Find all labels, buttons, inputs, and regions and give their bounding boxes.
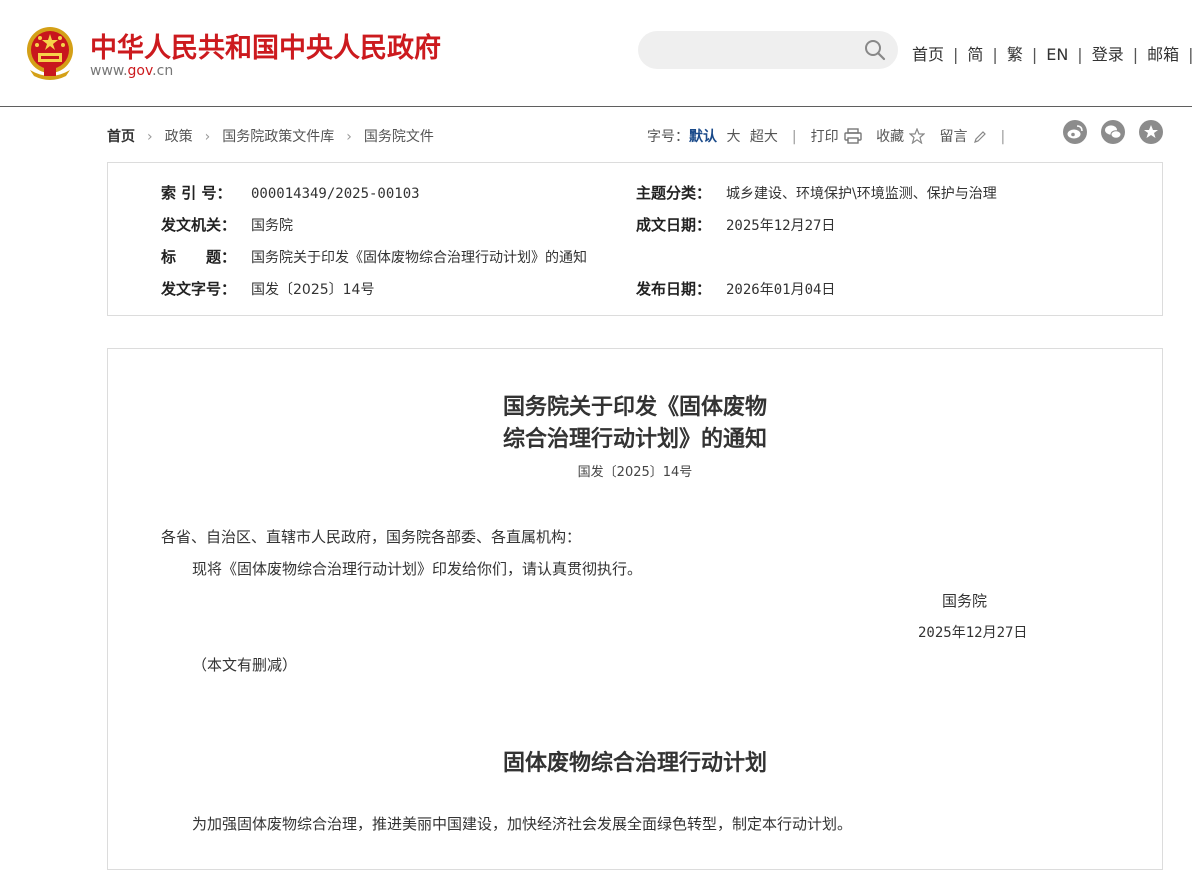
- nav-separator: |: [1188, 45, 1192, 64]
- weibo-icon: [1067, 125, 1083, 139]
- comment-label: 留言: [939, 129, 968, 145]
- chevron-right-icon: ›: [204, 129, 211, 145]
- favorite-share-icon[interactable]: [1139, 120, 1163, 144]
- nav-separator: |: [1132, 45, 1139, 64]
- font-size-xlarge[interactable]: 超大: [750, 129, 778, 145]
- print-label: 打印: [810, 129, 839, 145]
- article-title: 国务院关于印发《固体废物 综合治理行动计划》的通知: [108, 391, 1162, 455]
- info-topic-label: 主题分类：: [636, 184, 712, 202]
- article-signature: 国务院: [942, 592, 988, 610]
- wechat-icon: [1105, 125, 1122, 139]
- info-docno-row: 发文字号： 国发〔2025〕14号: [161, 278, 374, 299]
- info-issuer-row: 发文机关： 国务院: [161, 214, 293, 235]
- nav-simplified[interactable]: 简: [967, 45, 983, 64]
- document-info-table: 索 引 号： 000014349/2025-00103 主题分类： 城乡建设、环境保…: [107, 162, 1163, 316]
- chevron-right-icon: ›: [346, 129, 352, 145]
- nav-traditional[interactable]: 繁: [1007, 45, 1023, 64]
- info-published-date-row: 发布日期： 2026年01月04日: [636, 278, 835, 299]
- domain-prefix: www.: [90, 63, 128, 79]
- info-written-date-value: 2025年12月27日: [726, 218, 836, 234]
- info-published-date-label: 发布日期：: [636, 280, 712, 298]
- nav-separator: |: [1031, 45, 1038, 64]
- article-note: （本文有删减）: [192, 656, 298, 674]
- chevron-right-icon: ›: [147, 129, 153, 145]
- star-icon: [1144, 125, 1158, 138]
- printer-icon: [843, 128, 862, 144]
- info-topic-value: 城乡建设、环境保护\环境监测、保护与治理: [726, 186, 997, 202]
- article-date: 2025年12月27日: [918, 625, 1028, 641]
- weibo-share-icon[interactable]: [1063, 120, 1087, 144]
- favorite-button[interactable]: 收藏: [876, 128, 926, 145]
- national-emblem-icon[interactable]: [24, 26, 76, 80]
- nav-mail[interactable]: 邮箱: [1147, 45, 1179, 64]
- info-index-label: 索 引 号：: [161, 184, 232, 202]
- info-title-label: 标 题：: [161, 248, 237, 266]
- site-header: 中华人民共和国中央人民政府 www.gov.cn 首页 | 简 | 繁 | EN | 登录 | 邮箱…: [0, 0, 1192, 107]
- breadcrumb-bar: 首页 › 政策 › 国务院政策文件库 › 国务院文件 字号：默认 大 超大 | 打印 收藏 留言…: [107, 120, 1163, 146]
- favorite-label: 收藏: [876, 129, 905, 145]
- domain-brand: gov: [127, 63, 153, 79]
- tools-separator: |: [791, 129, 797, 145]
- article-tools: 字号：默认 大 超大 | 打印 收藏 留言 |: [647, 126, 1019, 146]
- nav-home[interactable]: 首页: [912, 45, 944, 64]
- nav-login[interactable]: 登录: [1092, 45, 1124, 64]
- info-docno-value: 国发〔2025〕14号: [251, 282, 375, 298]
- breadcrumb-home[interactable]: 首页: [107, 129, 135, 145]
- info-topic-row: 主题分类： 城乡建设、环境保护\环境监测、保护与治理: [636, 182, 997, 203]
- plan-title: 固体废物综合治理行动计划: [502, 750, 767, 776]
- wechat-share-icon[interactable]: [1101, 120, 1125, 144]
- breadcrumb-state-council-docs[interactable]: 国务院文件: [364, 129, 434, 145]
- article-title-line-1: 国务院关于印发《固体废物: [502, 394, 767, 420]
- info-written-date-label: 成文日期：: [636, 216, 712, 234]
- info-title-row: 标 题： 国务院关于印发《固体废物综合治理行动计划》的通知: [161, 246, 587, 267]
- tools-separator: |: [1000, 129, 1006, 145]
- print-button[interactable]: 打印: [810, 128, 862, 145]
- nav-separator: |: [1077, 45, 1083, 64]
- comment-button[interactable]: 留言: [940, 129, 987, 145]
- info-index-row: 索 引 号： 000014349/2025-00103: [161, 182, 420, 203]
- font-size-label: 字号：: [647, 129, 689, 145]
- search-box[interactable]: [638, 31, 898, 69]
- plan-intro-paragraph: 为加强固体废物综合治理，推进美丽中国建设，加快经济社会发展全面绿色转型，制定本行…: [192, 815, 853, 833]
- top-nav: 首页 | 简 | 繁 | EN | 登录 | 邮箱 |: [912, 41, 1192, 65]
- search-icon[interactable]: [864, 39, 886, 61]
- breadcrumb: 首页 › 政策 › 国务院政策文件库 › 国务院文件: [107, 126, 434, 146]
- star-icon: [909, 128, 926, 144]
- nav-separator: |: [992, 45, 998, 64]
- info-issuer-value: 国务院: [251, 218, 293, 234]
- font-size-default[interactable]: 默认: [689, 129, 717, 145]
- info-written-date-row: 成文日期： 2025年12月27日: [636, 214, 835, 235]
- info-docno-label: 发文字号：: [161, 280, 237, 298]
- nav-english[interactable]: EN: [1046, 45, 1068, 64]
- info-title-value: 国务院关于印发《固体废物综合治理行动计划》的通知: [251, 250, 587, 266]
- domain-suffix: .cn: [152, 63, 174, 79]
- article-doc-number: 国发〔2025〕14号: [577, 465, 693, 480]
- article-title-line-2: 综合治理行动计划》的通知: [502, 426, 767, 452]
- article-paragraph: 现将《固体废物综合治理行动计划》印发给你们，请认真贯彻执行。: [192, 560, 643, 578]
- font-size-large[interactable]: 大: [726, 129, 740, 145]
- nav-separator: |: [953, 45, 959, 64]
- site-title[interactable]: 中华人民共和国中央人民政府: [90, 26, 441, 65]
- article-salutation: 各省、自治区、直辖市人民政府，国务院各部委、各直属机构：: [161, 528, 582, 546]
- breadcrumb-policy[interactable]: 政策: [165, 129, 193, 145]
- article-body: 国务院关于印发《固体废物 综合治理行动计划》的通知 国发〔2025〕14号 各省…: [107, 348, 1163, 870]
- breadcrumb-policy-library[interactable]: 国务院政策文件库: [222, 129, 334, 145]
- pencil-icon: [973, 131, 986, 143]
- info-issuer-label: 发文机关：: [161, 216, 237, 234]
- info-published-date-value: 2026年01月04日: [726, 282, 836, 298]
- info-index-value: 000014349/2025-00103: [251, 186, 420, 202]
- site-domain[interactable]: www.gov.cn: [90, 63, 173, 79]
